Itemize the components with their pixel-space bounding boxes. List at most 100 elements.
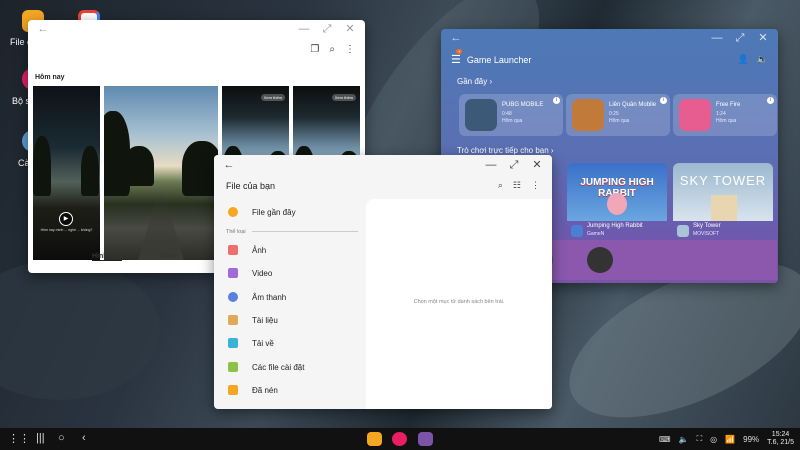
category-item-apk[interactable]: Các file cài đặt: [228, 362, 304, 372]
wallpaper-streak: [0, 260, 160, 400]
sound-icon[interactable]: 🔈: [757, 54, 768, 65]
view-more-pill[interactable]: Xem thêm: [331, 94, 356, 101]
category-label-text: Các file cài đặt: [252, 362, 305, 372]
screenshot-icon[interactable]: ⛶: [697, 434, 703, 444]
detail-panel: Chọn một mục từ danh sách bên trái.: [366, 199, 552, 409]
play-icon[interactable]: ▶: [59, 212, 73, 226]
back-arrow-icon[interactable]: ←: [222, 158, 236, 172]
files-header: File của bạn ⌕ ☷ ⋮: [226, 180, 540, 191]
clock[interactable]: 15:24 T.6, 21/5: [767, 431, 794, 447]
my-files-window: ← — ⤢ ✕ File của bạn ⌕ ☷ ⋮ File gần đây …: [214, 155, 552, 409]
page-title: File của bạn: [226, 180, 276, 191]
category-item-documents[interactable]: Tài liệu: [228, 315, 278, 325]
system-tray: ⌨ 🔈 ⛶ ◎ 📶 99% 15:24 T.6, 21/5: [659, 428, 800, 450]
recent-game-card[interactable]: Liên Quân Mobile 0:25 Hôm qua i: [566, 94, 670, 136]
gallery-toolbar: ❐ ⌕ ⋮: [310, 44, 355, 55]
files-app-icon[interactable]: [367, 432, 382, 446]
minimize-icon[interactable]: —: [710, 31, 724, 45]
category-label-text: Tải về: [252, 338, 274, 348]
recent-game-card[interactable]: Free Fire 1:24 Hôm qua i: [673, 94, 777, 136]
recommended-game-card[interactable]: JUMPING HIGH RABBIT Jumping High Rabbit …: [567, 163, 667, 241]
taskbar: ⋮⋮ ||| ○ ‹ ⌨ 🔈 ⛶ ◎ 📶 99% 15:24 T.6, 21/5: [0, 428, 800, 450]
profile-icon[interactable]: 👤: [738, 54, 749, 65]
info-icon[interactable]: i: [767, 97, 774, 104]
minimize-icon[interactable]: —: [484, 158, 498, 172]
more-options-icon[interactable]: ⋮: [345, 44, 355, 55]
jumping-rabbit-art: JUMPING HIGH RABBIT: [567, 163, 667, 221]
search-icon[interactable]: ⌕: [329, 44, 335, 55]
home-icon[interactable]: ○: [58, 432, 65, 444]
category-label-text: Ảnh: [252, 245, 267, 255]
photo-thumbnail[interactable]: Hôm nay mình ... nghe ... không? ▶: [33, 86, 100, 260]
launcher-dock: [519, 240, 777, 280]
video-icon: [228, 268, 238, 278]
back-arrow-icon[interactable]: ←: [449, 31, 463, 45]
play-time: 1:24: [716, 111, 726, 117]
launcher-titlebar: ← — ⤢ ✕: [441, 29, 778, 47]
select-icon[interactable]: ❐: [310, 44, 319, 55]
info-icon[interactable]: i: [553, 97, 560, 104]
bixby-app-icon[interactable]: [392, 432, 407, 446]
game-launcher-app-icon[interactable]: [418, 432, 433, 446]
view-more-pill[interactable]: Xem thêm: [260, 94, 285, 101]
free-fire-icon: [679, 99, 711, 131]
menu-icon[interactable]: ☰ +: [451, 49, 463, 66]
recommend-heading[interactable]: Trò chơi trực tiếp cho bạn ›: [457, 146, 554, 155]
recent-files-item[interactable]: File gần đây: [228, 207, 296, 217]
folder-icon: [228, 385, 238, 395]
recent-apps-icon[interactable]: |||: [36, 432, 45, 444]
game-name: Jumping High Rabbit: [587, 223, 643, 229]
download-icon: [228, 338, 238, 348]
maximize-icon[interactable]: ⤢: [320, 22, 334, 36]
category-item-audio[interactable]: Âm thanh: [228, 292, 286, 302]
notification-icon[interactable]: ◎: [710, 435, 717, 444]
pubg-icon: [465, 99, 497, 131]
last-played: Hôm qua: [609, 118, 630, 124]
category-label: Thể loại: [226, 229, 246, 235]
tab-images[interactable]: Hình ảnh: [92, 253, 122, 261]
tab-album[interactable]: Album: [159, 253, 179, 260]
keyboard-icon[interactable]: ⌨: [659, 435, 671, 444]
category-item-video[interactable]: Video: [228, 268, 272, 278]
wifi-icon: 📶: [725, 434, 736, 444]
close-icon[interactable]: ✕: [756, 31, 770, 45]
game-name: Free Fire: [716, 102, 741, 108]
maximize-icon[interactable]: ⤢: [733, 31, 747, 45]
recommended-game-card[interactable]: SKY TOWER Sky Tower MOVISOFT: [673, 163, 773, 241]
more-options-icon[interactable]: ⋮: [531, 180, 540, 191]
art-title: SKY TOWER: [679, 173, 767, 188]
last-played: Hôm qua: [502, 118, 523, 124]
game-publisher: MOVISOFT: [693, 231, 720, 237]
apps-grid-icon[interactable]: ⋮⋮: [8, 432, 30, 445]
category-item-downloads[interactable]: Tải về: [228, 338, 274, 348]
recent-game-card[interactable]: PUBG MOBILE 0:48 Hôm qua i: [459, 94, 563, 136]
volume-icon[interactable]: 🔈: [679, 435, 689, 444]
maximize-icon[interactable]: ⤢: [507, 158, 521, 172]
apk-icon: [228, 362, 238, 372]
image-icon: [228, 245, 238, 255]
notification-badge: +: [456, 49, 463, 54]
back-arrow-icon[interactable]: ←: [36, 22, 50, 36]
category-label-text: Tài liệu: [252, 315, 278, 325]
game-name: PUBG MOBILE: [502, 102, 544, 108]
music-note-icon: [228, 292, 238, 302]
document-icon: [228, 315, 238, 325]
gallery-titlebar: ← — ⤢ ✕: [28, 20, 365, 38]
close-icon[interactable]: ✕: [530, 158, 544, 172]
last-played: Hôm qua: [716, 118, 737, 124]
recent-files-label: File gần đây: [252, 207, 296, 217]
info-icon[interactable]: i: [660, 97, 667, 104]
close-icon[interactable]: ✕: [343, 22, 357, 36]
launcher-header: ☰ + Game Launcher 👤 🔈: [451, 49, 768, 66]
play-time: 0:48: [502, 111, 512, 117]
call-of-duty-icon[interactable]: [587, 247, 613, 273]
minimize-icon[interactable]: —: [297, 22, 311, 36]
search-icon[interactable]: ⌕: [498, 180, 503, 191]
back-icon[interactable]: ‹: [82, 432, 86, 444]
recent-heading[interactable]: Gần đây ›: [457, 77, 492, 86]
category-item-images[interactable]: Ảnh: [228, 245, 266, 255]
divider: [252, 231, 358, 232]
category-item-compressed[interactable]: Đã nén: [228, 385, 278, 395]
photo-thumbnail[interactable]: [104, 86, 218, 260]
list-view-icon[interactable]: ☷: [513, 180, 521, 191]
